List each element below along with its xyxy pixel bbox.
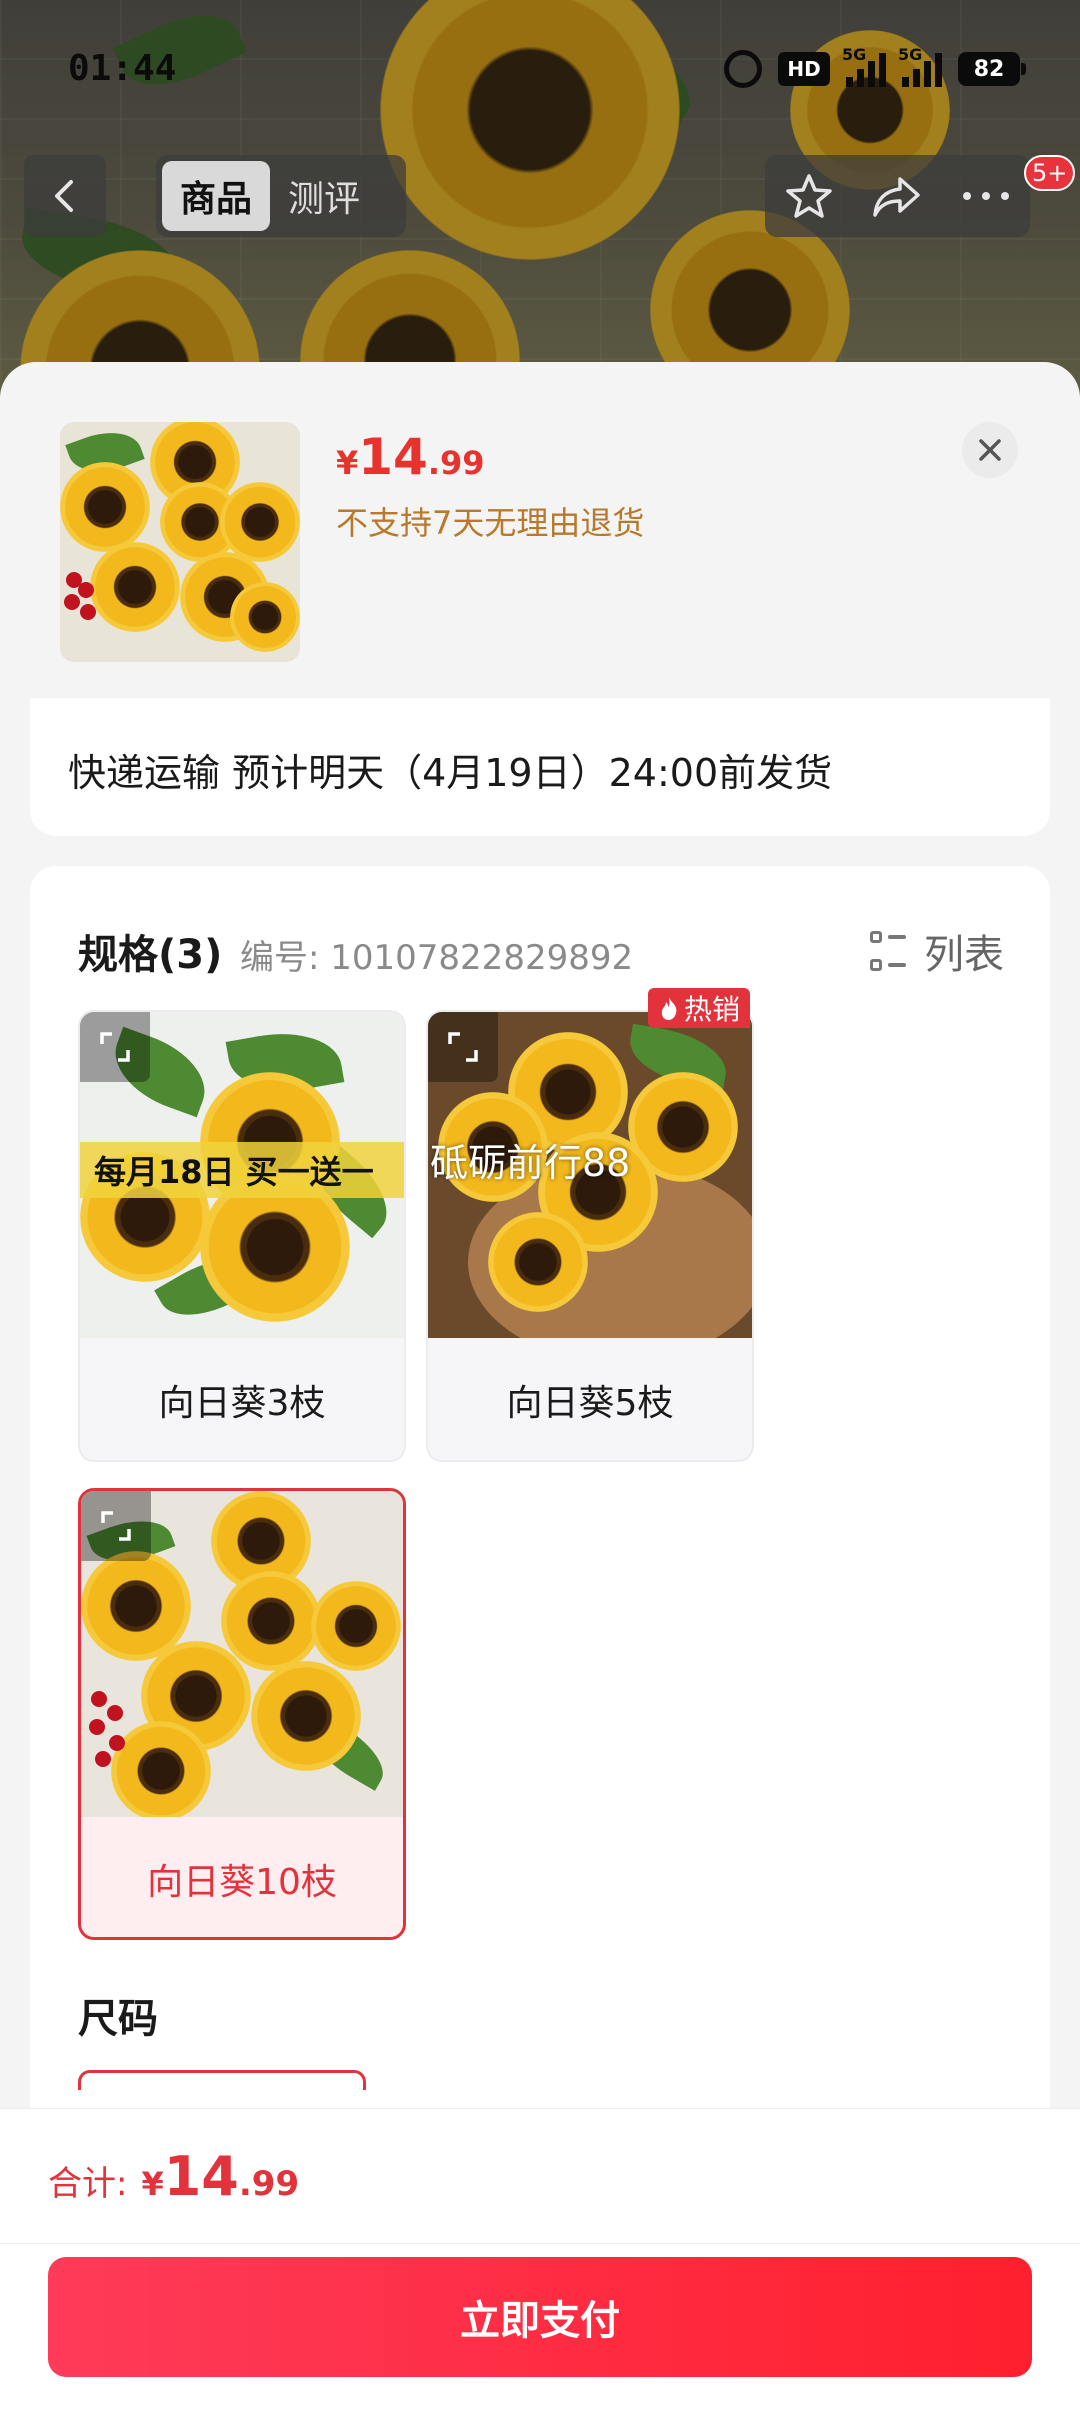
close-icon <box>979 439 1001 461</box>
action-group <box>765 155 1030 237</box>
battery-icon: 82 <box>958 52 1026 86</box>
expand-icon <box>101 1511 131 1541</box>
expand-icon <box>100 1032 130 1062</box>
return-policy-note: 不支持7天无理由退货 <box>336 504 645 542</box>
favorite-button[interactable] <box>774 161 844 231</box>
hd-icon: HD <box>778 52 830 86</box>
checkout-bar: 合计: ¥ 14 .99 立即支付 <box>0 2108 1080 2412</box>
share-button[interactable] <box>862 161 932 231</box>
signal-icon: 5G <box>842 45 886 87</box>
list-icon <box>870 931 910 971</box>
product-code: 编号: 10107822829892 <box>240 938 634 978</box>
watermark-text: 砥砺前行88 <box>430 1141 631 1185</box>
hot-sale-tag: 热销 <box>648 988 751 1028</box>
spec-option-3-stems[interactable]: 每月18日 买一送一 向日葵3枝 <box>78 1010 406 1462</box>
more-button[interactable] <box>951 161 1021 231</box>
pay-now-button[interactable]: 立即支付 <box>48 2257 1032 2377</box>
share-icon <box>873 177 921 217</box>
spec-option-10-stems[interactable]: 向日葵10枝 <box>78 1488 406 1940</box>
status-time: 01:44 <box>68 48 177 89</box>
expand-image-button[interactable] <box>81 1491 151 1561</box>
tab-switcher: 商品 测评 <box>156 155 406 237</box>
promo-banner: 每月18日 买一送一 <box>80 1142 404 1198</box>
total-label: 合计: <box>48 2164 128 2204</box>
more-icon <box>962 192 1009 200</box>
tab-product[interactable]: 商品 <box>162 161 271 231</box>
star-icon <box>786 174 832 218</box>
option-label: 向日葵5枝 <box>506 1383 674 1424</box>
notification-badge: 5+ <box>1024 155 1076 191</box>
spec-option-5-stems[interactable]: 向日葵5枝 <box>426 1010 754 1462</box>
expand-image-button[interactable] <box>80 1012 150 1082</box>
price: ¥ 14 .99 <box>336 428 485 486</box>
size-section-title: 尺码 <box>78 1996 158 2042</box>
expand-image-button[interactable] <box>428 1012 498 1082</box>
option-label: 向日葵10枝 <box>147 1862 337 1903</box>
status-icons: HD 5G 5G 82 <box>724 45 1026 88</box>
size-option[interactable] <box>78 2070 366 2090</box>
shipping-info: 快递运输 预计明天（4月19日）24:00前发货 <box>68 751 833 795</box>
back-arrow-icon <box>55 180 73 212</box>
alarm-icon <box>724 50 762 88</box>
expand-icon <box>448 1032 478 1062</box>
sku-sheet: ¥ 14 .99 不支持7天无理由退货 快递运输 预计明天（4月19日）24:0… <box>0 362 1080 2412</box>
divider <box>0 2243 1080 2244</box>
back-button[interactable] <box>24 155 106 237</box>
spec-title: 规格(3) <box>78 932 223 978</box>
flame-icon <box>661 997 677 1020</box>
total-price: 合计: ¥ 14 .99 <box>48 2145 300 2208</box>
list-view-label: 列表 <box>924 932 1004 978</box>
tab-review[interactable]: 测评 <box>270 161 378 231</box>
shipping-card: 快递运输 预计明天（4月19日）24:00前发货 <box>30 698 1050 836</box>
selected-product-thumbnail <box>60 422 300 662</box>
close-button[interactable] <box>962 422 1018 478</box>
sheet-header: ¥ 14 .99 不支持7天无理由退货 <box>0 362 1080 702</box>
signal-icon: 5G <box>898 45 942 87</box>
list-view-toggle[interactable]: 列表 <box>870 922 1004 980</box>
top-nav: 商品 测评 <box>0 155 1080 237</box>
status-bar: 01:44 HD 5G 5G 82 <box>0 0 1080 140</box>
option-label: 向日葵3枝 <box>158 1383 326 1424</box>
